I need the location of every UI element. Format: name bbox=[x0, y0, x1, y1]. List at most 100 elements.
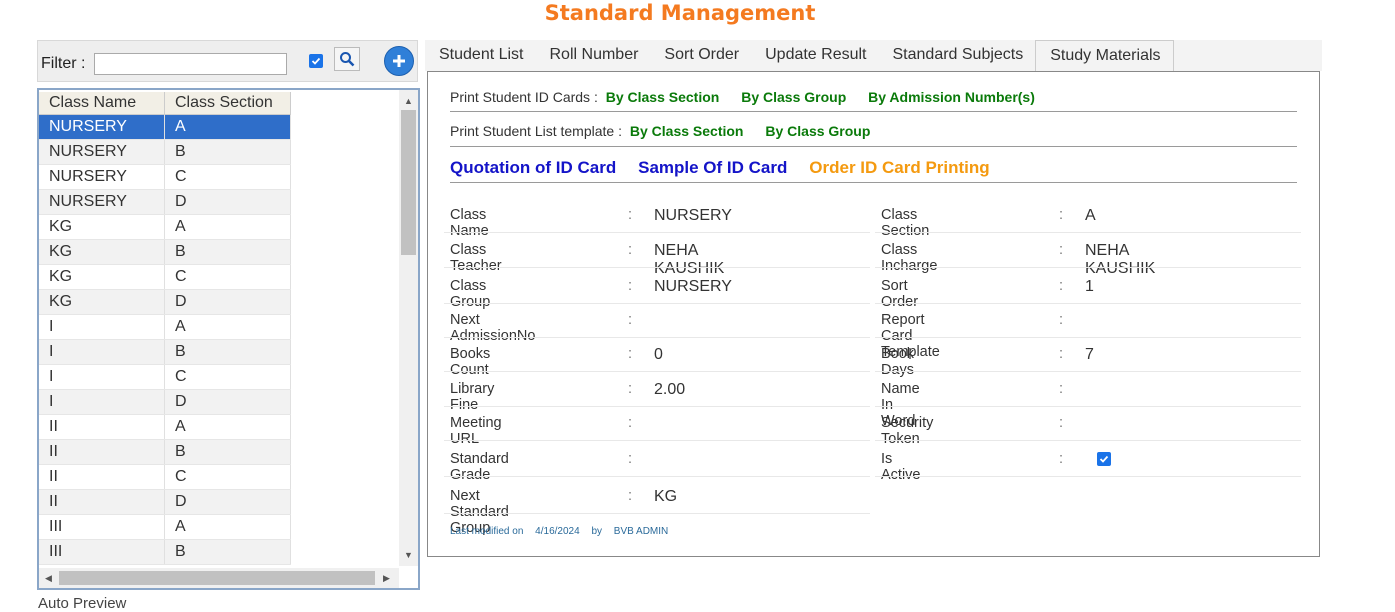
class-name-cell[interactable]: I bbox=[39, 339, 165, 365]
scroll-right-icon[interactable]: ▶ bbox=[383, 573, 390, 583]
print-list-by-class-group-link[interactable]: By Class Group bbox=[765, 123, 870, 139]
table-row[interactable]: NURSERY B bbox=[39, 139, 291, 165]
class-name-cell[interactable]: KG bbox=[39, 214, 165, 240]
class-name-cell[interactable]: I bbox=[39, 389, 165, 415]
print-id-by-admission-link[interactable]: By Admission Number(s) bbox=[868, 89, 1035, 105]
class-section-cell[interactable]: B bbox=[164, 239, 291, 265]
table-row[interactable]: NURSERY A bbox=[39, 114, 291, 140]
class-section-cell[interactable]: A bbox=[164, 514, 291, 540]
class-name-cell[interactable]: III bbox=[39, 539, 165, 565]
table-row[interactable]: III A bbox=[39, 514, 291, 540]
search-button[interactable] bbox=[334, 47, 360, 71]
class-name-cell[interactable]: NURSERY bbox=[39, 189, 165, 215]
detail-colon: : bbox=[628, 242, 633, 258]
class-section-cell[interactable]: C bbox=[164, 264, 291, 290]
horizontal-scroll-thumb[interactable] bbox=[59, 571, 375, 585]
class-name-cell[interactable]: I bbox=[39, 314, 165, 340]
class-name-cell[interactable]: KG bbox=[39, 289, 165, 315]
class-section-cell[interactable]: B bbox=[164, 439, 291, 465]
filter-input[interactable] bbox=[94, 53, 287, 75]
table-row[interactable]: III B bbox=[39, 539, 291, 565]
class-name-cell[interactable]: I bbox=[39, 364, 165, 390]
is-active-checkbox[interactable] bbox=[1097, 452, 1111, 466]
class-section-cell[interactable]: A bbox=[164, 314, 291, 340]
class-name-cell[interactable]: II bbox=[39, 439, 165, 465]
print-list-by-class-section-link[interactable]: By Class Section bbox=[630, 123, 744, 139]
scroll-up-icon[interactable]: ▲ bbox=[404, 96, 413, 106]
filter-checkbox[interactable] bbox=[309, 54, 323, 68]
detail-colon: : bbox=[1059, 451, 1064, 467]
class-name-cell[interactable]: II bbox=[39, 414, 165, 440]
class-section-cell[interactable]: D bbox=[164, 389, 291, 415]
tab-standard-subjects[interactable]: Standard Subjects bbox=[879, 40, 1036, 71]
class-section-cell[interactable]: B bbox=[164, 139, 291, 165]
detail-colon: : bbox=[1059, 242, 1064, 258]
detail-colon: : bbox=[628, 346, 633, 362]
auto-preview-label: Auto Preview bbox=[38, 595, 127, 612]
class-section-cell[interactable]: D bbox=[164, 489, 291, 515]
detail-value: 1 bbox=[1085, 278, 1094, 295]
class-section-cell[interactable]: C bbox=[164, 364, 291, 390]
standard-details-panel: Print Student ID Cards : By Class Sectio… bbox=[427, 71, 1320, 557]
footer-date: 4/16/2024 bbox=[535, 526, 580, 537]
class-section-cell[interactable]: D bbox=[164, 289, 291, 315]
class-section-cell[interactable]: D bbox=[164, 189, 291, 215]
column-header-class-name[interactable]: Class Name bbox=[39, 92, 165, 115]
sample-id-card-link[interactable]: Sample Of ID Card bbox=[638, 158, 787, 177]
table-row[interactable]: NURSERY C bbox=[39, 164, 291, 190]
class-name-cell[interactable]: NURSERY bbox=[39, 139, 165, 165]
order-id-card-printing-link[interactable]: Order ID Card Printing bbox=[809, 158, 989, 177]
vertical-scroll-thumb[interactable] bbox=[401, 110, 416, 255]
class-section-cell[interactable]: B bbox=[164, 339, 291, 365]
table-row[interactable]: KG C bbox=[39, 264, 291, 290]
tab-roll-number[interactable]: Roll Number bbox=[536, 40, 651, 71]
class-name-cell[interactable]: NURSERY bbox=[39, 164, 165, 190]
table-row[interactable]: II B bbox=[39, 439, 291, 465]
table-row[interactable]: II A bbox=[39, 414, 291, 440]
table-row[interactable]: IC bbox=[39, 364, 291, 390]
row-divider bbox=[444, 440, 870, 441]
tab-update-result[interactable]: Update Result bbox=[751, 40, 878, 71]
table-row[interactable]: IA bbox=[39, 314, 291, 340]
table-row[interactable]: IB bbox=[39, 339, 291, 365]
quotation-id-card-link[interactable]: Quotation of ID Card bbox=[450, 158, 616, 177]
class-section-cell[interactable]: C bbox=[164, 464, 291, 490]
class-name-cell[interactable]: II bbox=[39, 464, 165, 490]
print-id-by-class-group-link[interactable]: By Class Group bbox=[741, 89, 846, 105]
class-name-cell[interactable]: KG bbox=[39, 264, 165, 290]
tab-student-list[interactable]: Student List bbox=[425, 40, 536, 71]
horizontal-scrollbar[interactable]: ◀ ▶ bbox=[39, 568, 399, 588]
table-row[interactable]: ID bbox=[39, 389, 291, 415]
row-divider bbox=[875, 267, 1301, 268]
tab-sort-order[interactable]: Sort Order bbox=[650, 40, 751, 71]
table-row[interactable]: NURSERY D bbox=[39, 189, 291, 215]
search-icon bbox=[340, 52, 355, 67]
table-row[interactable]: II D bbox=[39, 489, 291, 515]
class-name-cell[interactable]: III bbox=[39, 514, 165, 540]
table-row[interactable]: II C bbox=[39, 464, 291, 490]
table-row[interactable]: KG A bbox=[39, 214, 291, 240]
row-divider bbox=[444, 371, 870, 372]
detail-colon: : bbox=[628, 207, 633, 223]
detail-label: Class Group bbox=[450, 278, 491, 310]
table-row[interactable]: KG D bbox=[39, 289, 291, 315]
class-name-cell[interactable]: KG bbox=[39, 239, 165, 265]
class-section-cell[interactable]: A bbox=[164, 214, 291, 240]
vertical-scrollbar[interactable]: ▲ ▼ bbox=[399, 90, 418, 566]
add-button[interactable] bbox=[384, 46, 414, 76]
tab-study-materials[interactable]: Study Materials bbox=[1035, 40, 1174, 72]
class-section-cell[interactable]: B bbox=[164, 539, 291, 565]
table-row[interactable]: KG B bbox=[39, 239, 291, 265]
class-section-cell[interactable]: C bbox=[164, 164, 291, 190]
class-name-cell[interactable]: NURSERY bbox=[39, 114, 165, 140]
column-header-class-section[interactable]: Class Section bbox=[164, 92, 291, 115]
print-id-by-class-section-link[interactable]: By Class Section bbox=[606, 89, 720, 105]
class-section-cell[interactable]: A bbox=[164, 414, 291, 440]
class-section-cell[interactable]: A bbox=[164, 114, 291, 140]
detail-colon: : bbox=[1059, 346, 1064, 362]
detail-label: Standard Grade bbox=[450, 451, 509, 483]
scroll-down-icon[interactable]: ▼ bbox=[404, 550, 413, 560]
detail-value: NURSERY bbox=[654, 278, 732, 295]
class-name-cell[interactable]: II bbox=[39, 489, 165, 515]
scroll-left-icon[interactable]: ◀ bbox=[45, 573, 52, 583]
